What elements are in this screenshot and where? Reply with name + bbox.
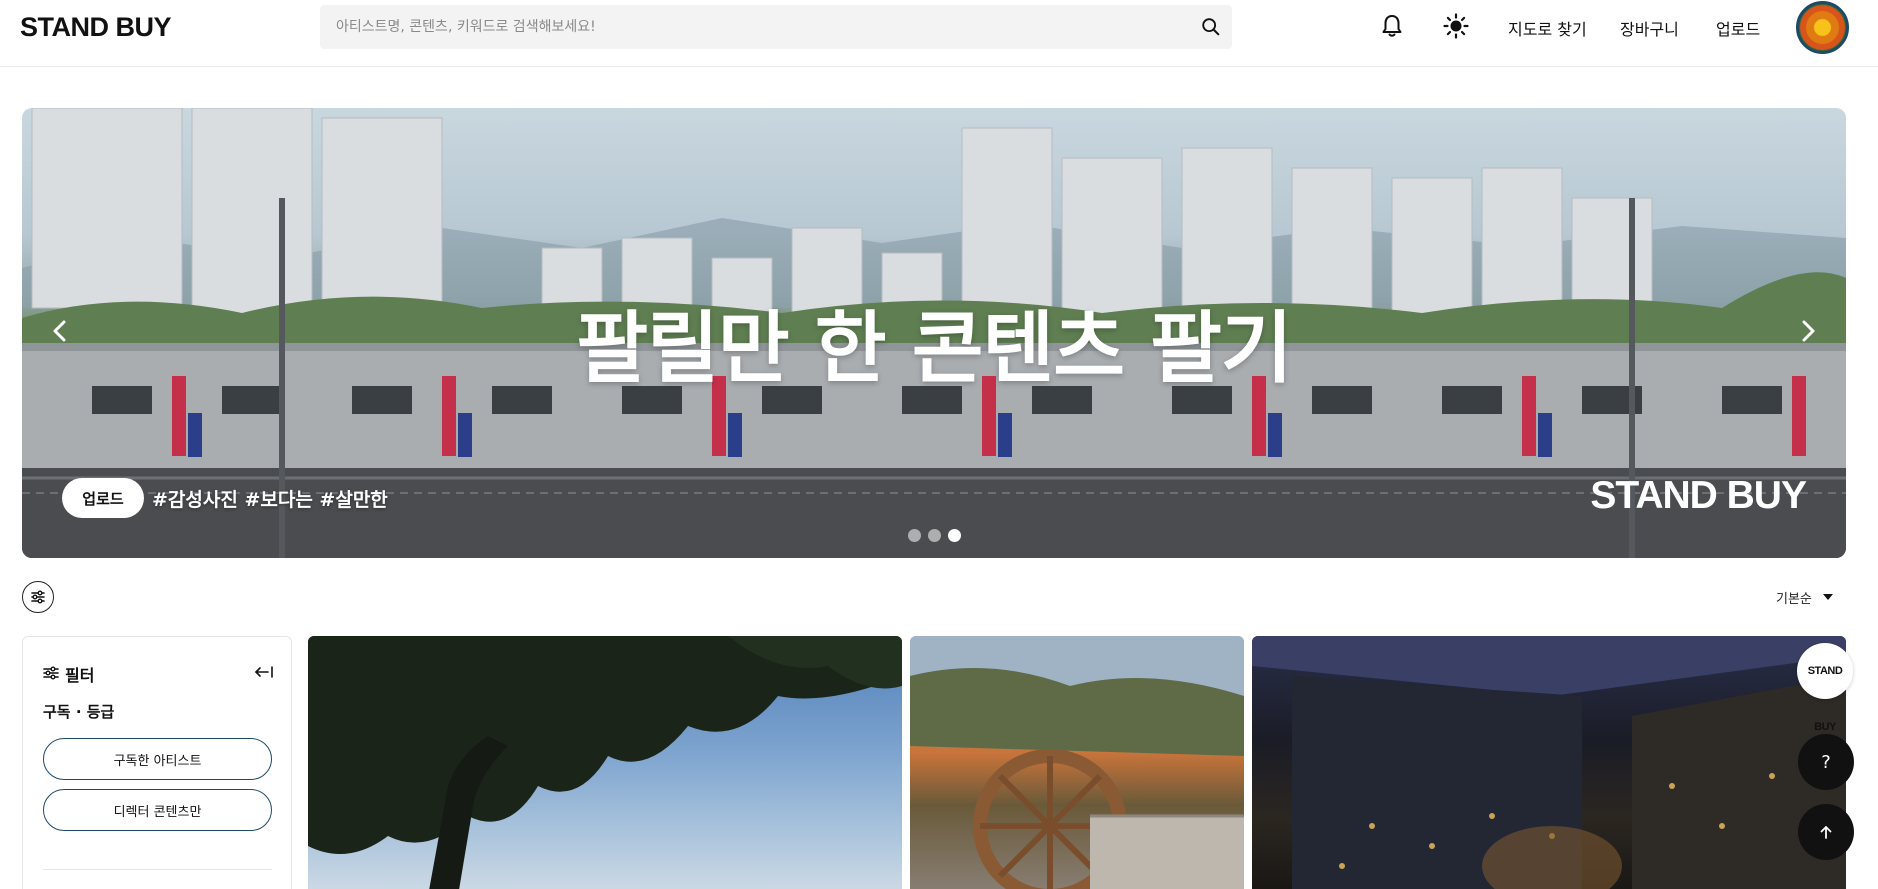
nav-map-search[interactable]: 지도로 찾기: [1508, 16, 1587, 40]
content-card[interactable]: [308, 636, 902, 889]
scroll-top-button[interactable]: [1798, 804, 1854, 860]
search-input[interactable]: [336, 5, 1176, 49]
sort-dropdown[interactable]: 기본순: [1776, 588, 1812, 607]
avatar[interactable]: [1796, 1, 1849, 54]
hero-title: 팔릴만 한 콘텐츠 팔기: [576, 304, 1292, 394]
arrow-up-icon: [1820, 826, 1832, 839]
filter-section-title: 구독 · 등급: [43, 703, 115, 721]
carousel-dot-3[interactable]: [948, 529, 961, 542]
director-content-button[interactable]: 디렉터 콘텐츠만: [43, 789, 272, 831]
filter-title: 필터: [65, 666, 95, 685]
logo[interactable]: STAND BUY: [20, 12, 172, 43]
search-icon[interactable]: [1200, 16, 1222, 38]
carousel-dot-1[interactable]: [908, 529, 921, 542]
carousel-prev-icon[interactable]: [42, 313, 78, 349]
nav-cart[interactable]: 장바구니: [1620, 16, 1679, 40]
filter-divider: [43, 869, 272, 870]
carousel-dot-2[interactable]: [928, 529, 941, 542]
filter-panel: 필터 구독 · 등급 구독한 아티스트 디렉터 콘텐츠만: [22, 636, 292, 889]
collapse-left-icon[interactable]: [253, 661, 275, 683]
content-card[interactable]: [1252, 636, 1846, 889]
content-card[interactable]: [910, 636, 1244, 889]
filter-toggle-button[interactable]: [22, 581, 54, 613]
hero-brand-logo: STAND BUY: [1590, 474, 1807, 517]
nav-upload[interactable]: 업로드: [1716, 16, 1760, 40]
top-header: STAND BUY 지도로 찾기 장바구니 업로드: [0, 0, 1878, 67]
caret-down-icon[interactable]: [1822, 593, 1834, 601]
carousel-next-icon[interactable]: [1790, 313, 1826, 349]
filter-sliders-icon: [43, 666, 59, 680]
hero-carousel: 팔릴만 한 콘텐츠 팔기 업로드 #감성사진 #보다는 #살만한 STAND B…: [22, 108, 1846, 558]
card-image-waterwheel: [910, 636, 1244, 889]
card-image-night-building: [1252, 636, 1846, 889]
carousel-dots: [908, 529, 968, 543]
card-image-tree: [308, 636, 902, 889]
subscribed-artists-button[interactable]: 구독한 아티스트: [43, 738, 272, 780]
sliders-icon: [31, 590, 45, 604]
bell-icon[interactable]: [1378, 12, 1406, 40]
search-bar: [320, 5, 1232, 49]
floating-brand-button[interactable]: STAND BUY: [1797, 643, 1853, 733]
sun-icon[interactable]: [1442, 12, 1470, 40]
help-button[interactable]: ?: [1798, 734, 1854, 790]
hero-hashtags: #감성사진 #보다는 #살만한: [152, 489, 388, 511]
hero-upload-button[interactable]: 업로드: [62, 478, 144, 518]
